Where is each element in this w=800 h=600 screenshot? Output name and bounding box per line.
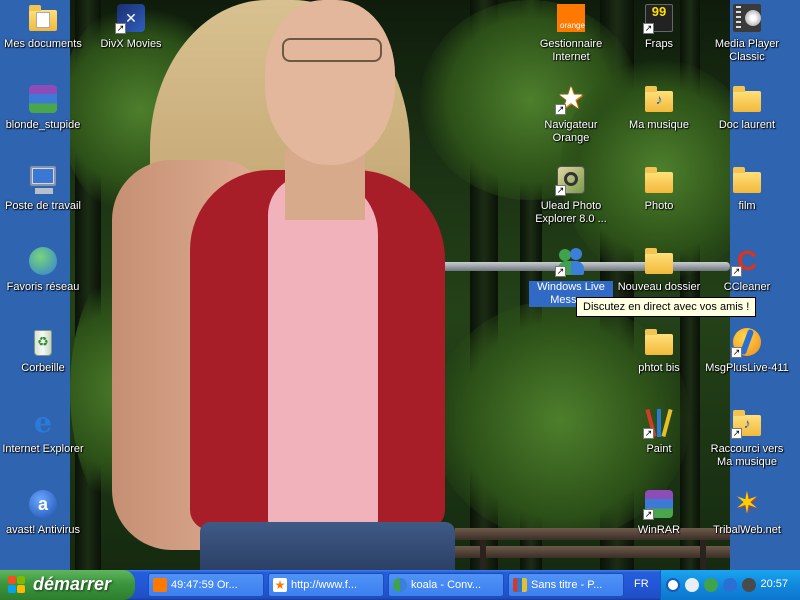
windows-flag-icon (8, 576, 26, 594)
start-button[interactable]: démarrer (0, 570, 135, 600)
system-tray: 20:57 (660, 570, 800, 600)
taskbar-button-paint[interactable]: Sans titre - P... (508, 573, 624, 597)
folder-icon (643, 326, 675, 358)
winrar-archive-icon (27, 83, 59, 115)
folder-icon (643, 164, 675, 196)
desktop-icon-paint[interactable]: ↗ Paint (617, 407, 701, 456)
folder-icon (731, 164, 763, 196)
desktop-icon-winrar[interactable]: ↗ WinRAR (617, 488, 701, 537)
network-places-icon (27, 245, 59, 277)
volume-icon[interactable] (742, 578, 756, 592)
avast-icon: a (27, 488, 59, 520)
recycle-bin-icon: ♻ (27, 326, 59, 358)
folder-icon (731, 83, 763, 115)
desktop-icon-raccourci-ma-musique[interactable]: ♪ ↗ Raccourci vers Ma musique (705, 407, 789, 469)
desktop-icon-msgpluslive[interactable]: ↗ MsgPlusLive-411 (705, 326, 789, 375)
desktop-icon-my-documents[interactable]: Mes documents (1, 2, 85, 51)
paint-icon (513, 578, 527, 592)
orange-icon: orange (555, 2, 587, 34)
my-computer-icon (27, 164, 59, 196)
orange-browser-icon: ★ ↗ (555, 82, 585, 115)
task-label: http://www.f... (291, 579, 358, 591)
messenger-tooltip: Discutez en direct avec vos amis ! (576, 297, 757, 317)
msgplus-icon: ↗ (731, 326, 763, 358)
desktop-icon-ccleaner[interactable]: C ↗ CCleaner (705, 245, 789, 294)
desktop-icon-doc-laurent[interactable]: Doc laurent (705, 83, 789, 132)
orange-icon (153, 578, 167, 592)
messenger-icon (393, 578, 407, 592)
messenger-status-icon[interactable] (704, 578, 718, 592)
desktop-icon-tribalweb[interactable]: ✶ TribalWeb.net (705, 488, 789, 537)
task-label: koala - Conv... (411, 579, 482, 591)
desktop-icon-my-computer[interactable]: Poste de travail (1, 164, 85, 213)
desktop-icon-internet-explorer[interactable]: e Internet Explorer (1, 407, 85, 456)
desktop-icon-nouveau-dossier[interactable]: Nouveau dossier (617, 245, 701, 294)
my-documents-icon (27, 2, 59, 34)
desktop-icon-divx-movies[interactable]: ✕ ↗ DivX Movies (89, 2, 173, 51)
clock[interactable]: 20:57 (760, 578, 788, 590)
taskbar-button-orange[interactable]: 49:47:59 Or... (148, 573, 264, 597)
avast-tray-icon[interactable] (723, 578, 737, 592)
network-icon[interactable] (685, 578, 699, 592)
desktop-icon-recycle-bin[interactable]: ♻ Corbeille (1, 326, 85, 375)
internet-explorer-icon: e (34, 406, 52, 439)
task-label: Sans titre - P... (531, 579, 603, 591)
desktop-icon-ma-musique[interactable]: ♪ Ma musique (617, 83, 701, 132)
winrar-icon: ↗ (643, 488, 675, 520)
taskbar: démarrer 49:47:59 Or... ★ http://www.f..… (0, 570, 800, 600)
desktop-icon-gestionnaire-internet[interactable]: orange Gestionnaire Internet (529, 2, 613, 64)
desktop-icon-blonde-stupide[interactable]: blonde_stupide (1, 83, 85, 132)
task-label: 49:47:59 Or... (171, 579, 238, 591)
desktop-icon-media-player-classic[interactable]: Media Player Classic (705, 2, 789, 64)
fraps-icon: 99 ↗ (643, 2, 675, 34)
desktop-icon-photo[interactable]: Photo (617, 164, 701, 213)
ulead-icon: ↗ (555, 164, 587, 196)
desktop-icon-navigateur-orange[interactable]: ★ ↗ Navigateur Orange (529, 83, 613, 145)
paint-icon: ↗ (643, 407, 675, 439)
show-hidden-icons-chevron-icon[interactable] (666, 578, 680, 592)
desktop-icon-avast[interactable]: a avast! Antivirus (1, 488, 85, 537)
tribalweb-icon: ✶ (734, 487, 760, 520)
music-folder-icon: ♪ (643, 83, 675, 115)
desktop-icon-film[interactable]: film (705, 164, 789, 213)
desktop-icon-fraps[interactable]: 99 ↗ Fraps (617, 2, 701, 51)
desktop-icon-ulead-photo-explorer[interactable]: ↗ Ulead Photo Explorer 8.0 ... (529, 164, 613, 226)
media-player-classic-icon (731, 2, 763, 34)
desktop-icon-phtot-bis[interactable]: phtot bis (617, 326, 701, 375)
orange-browser-icon: ★ (273, 578, 287, 592)
ccleaner-icon: C ↗ (731, 245, 758, 277)
start-label: démarrer (33, 574, 112, 594)
folder-icon (643, 245, 675, 277)
desktop-icon-network-places[interactable]: Favoris réseau (1, 245, 85, 294)
divx-icon: ✕ ↗ (115, 2, 147, 34)
taskbar-button-messenger-conversation[interactable]: koala - Conv... (388, 573, 504, 597)
windows-live-messenger-icon: ↗ (555, 245, 587, 277)
taskbar-button-browser[interactable]: ★ http://www.f... (268, 573, 384, 597)
music-folder-shortcut-icon: ♪ ↗ (731, 407, 763, 439)
orange-badge-text: orange (560, 21, 585, 30)
language-indicator[interactable]: FR (634, 578, 649, 590)
